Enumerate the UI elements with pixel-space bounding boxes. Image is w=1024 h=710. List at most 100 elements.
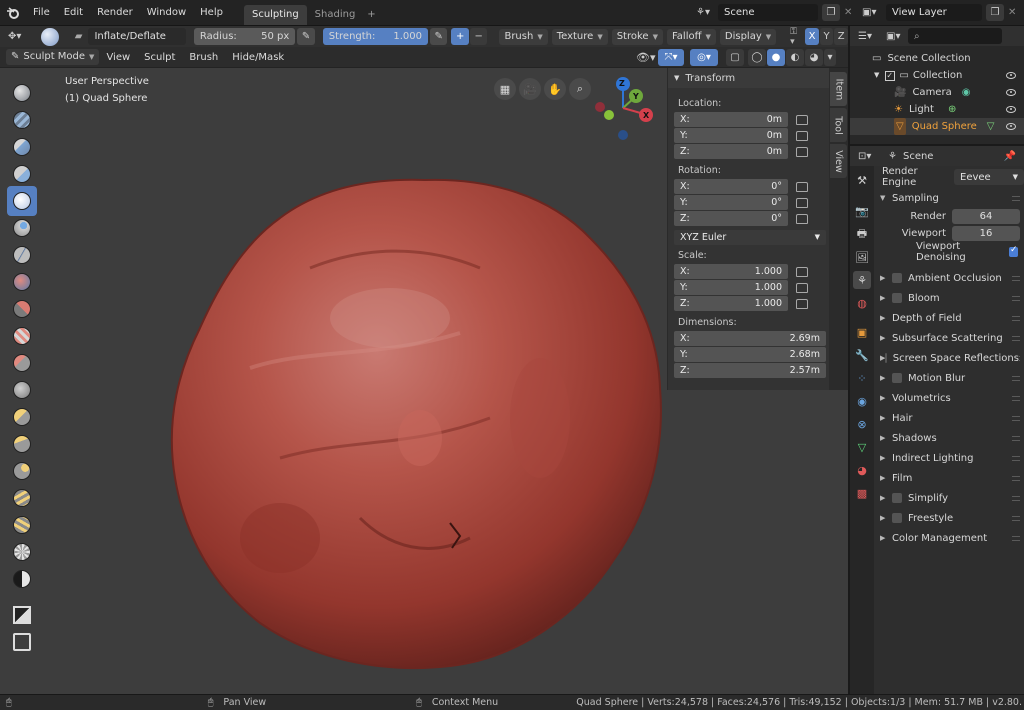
drag-handle-icon[interactable] — [1012, 435, 1020, 441]
rotation-x-field[interactable]: X: 0° — [674, 179, 788, 194]
section-enable-checkbox[interactable] — [892, 293, 902, 303]
drag-handle-icon[interactable] — [1012, 495, 1020, 501]
material-tab-icon[interactable]: ◕ — [853, 461, 871, 479]
grid-view-icon[interactable]: ▦ — [494, 78, 516, 100]
render-section-header[interactable]: ▶ Film — [874, 468, 1024, 488]
scale-z-field[interactable]: Z: 1.000 — [674, 296, 788, 311]
outliner-search-input[interactable]: ⌕ — [908, 28, 1002, 44]
drag-handle-icon[interactable] — [1018, 355, 1020, 361]
stroke-dropdown[interactable]: Stroke ▼ — [611, 28, 663, 45]
tool-rotate[interactable] — [7, 510, 37, 540]
scene-name-field[interactable]: Scene — [718, 4, 818, 21]
view-layer-tab-icon[interactable]: 🖼 — [853, 248, 871, 266]
drag-handle-icon[interactable] — [1012, 475, 1020, 481]
pin-icon[interactable]: 📌 — [1004, 151, 1016, 162]
tool-clay-strips[interactable] — [7, 132, 37, 162]
tool-grab[interactable] — [7, 402, 37, 432]
new-view-layer-icon[interactable]: ❐ — [986, 4, 1004, 21]
texture-tab-icon[interactable]: ▩ — [853, 484, 871, 502]
rotation-mode-dropdown[interactable]: XYZ Euler ▼ — [674, 230, 826, 245]
section-enable-checkbox[interactable] — [892, 493, 902, 503]
rotation-y-field[interactable]: Y: 0° — [674, 195, 788, 210]
outliner-row-light[interactable]: ☀ Light ⊕ — [850, 101, 1024, 118]
tool-scrape[interactable] — [7, 348, 37, 378]
section-enable-checkbox[interactable] — [892, 273, 902, 283]
tab-shading[interactable]: Shading — [307, 5, 364, 25]
render-section-header[interactable]: ▶ Motion Blur — [874, 368, 1024, 388]
material-shading-icon[interactable]: ◐ — [786, 49, 804, 66]
pressure-radius-icon[interactable]: ✎ — [297, 28, 315, 45]
add-workspace-button[interactable]: + — [363, 5, 379, 25]
axis-gizmo[interactable] — [590, 74, 660, 148]
location-x-field[interactable]: X: 0m — [674, 112, 788, 127]
scale-x-field[interactable]: X: 1.000 — [674, 264, 788, 279]
render-engine-dropdown[interactable]: Eevee ▼ — [954, 169, 1024, 185]
view-layer-icon[interactable]: ▣▾ — [862, 7, 886, 18]
viewport-samples-field[interactable]: 16 — [952, 226, 1020, 241]
outliner-editor-icon[interactable]: ☰▾ — [858, 31, 886, 42]
drag-handle-icon[interactable] — [1012, 295, 1020, 301]
tool-flatten[interactable] — [7, 294, 37, 324]
drag-handle-icon[interactable] — [1012, 275, 1020, 281]
xray-toggle-icon[interactable]: ▢ — [726, 49, 744, 66]
lock-icon[interactable] — [796, 114, 808, 125]
active-tool-tab-icon[interactable]: ⚒ — [853, 171, 871, 189]
object-tab-icon[interactable]: ▣ — [853, 323, 871, 341]
rotation-z-field[interactable]: Z: 0° — [674, 211, 788, 226]
render-section-header[interactable]: ▶ Screen Space Reflections — [874, 348, 1024, 368]
viewport-denoising-checkbox[interactable] — [1009, 245, 1018, 257]
transform-panel-header[interactable]: ▼ Transform — [668, 68, 829, 88]
drag-handle-icon[interactable] — [1012, 375, 1020, 381]
lock-icon[interactable] — [796, 130, 808, 141]
brush-datablock-icon[interactable]: ▰ — [75, 31, 83, 42]
remove-scene-icon[interactable]: ✕ — [844, 7, 852, 18]
checkbox-icon[interactable]: ✓ — [885, 70, 896, 81]
sampling-section-header[interactable]: ▼ Sampling — [874, 188, 1024, 208]
shading-options-chevron-icon[interactable]: ▾ — [824, 49, 836, 66]
add-mode-button[interactable]: + — [451, 28, 469, 45]
blender-logo-icon[interactable] — [0, 0, 26, 26]
physics-tab-icon[interactable]: ◉ — [853, 392, 871, 410]
tab-tool[interactable]: Tool — [830, 108, 847, 142]
render-section-header[interactable]: ▶ Color Management — [874, 528, 1024, 548]
lock-icon[interactable] — [796, 298, 808, 309]
outliner-row-collection[interactable]: ▼ ✓ ▭ Collection — [850, 67, 1024, 84]
sculpt-mesh[interactable] — [160, 118, 670, 678]
lock-icon[interactable] — [796, 282, 808, 293]
view-layer-field[interactable]: View Layer — [886, 4, 982, 21]
wireframe-shading-icon[interactable]: ◯ — [748, 49, 766, 66]
tab-sculpting[interactable]: Sculpting — [243, 4, 307, 25]
texture-dropdown[interactable]: Texture ▼ — [551, 28, 608, 45]
tool-nudge[interactable] — [7, 483, 37, 513]
tool-mask[interactable] — [7, 564, 37, 594]
strength-slider[interactable]: Strength: 1.000 — [322, 28, 428, 45]
lock-icon[interactable] — [796, 146, 808, 157]
render-section-header[interactable]: ▶ Depth of Field — [874, 308, 1024, 328]
scene-icon[interactable]: ⚘▾ — [696, 7, 718, 18]
brush-name-field[interactable]: Inflate/Deflate — [88, 28, 186, 45]
tool-thumb[interactable] — [7, 456, 37, 486]
tool-simplify[interactable] — [7, 537, 37, 567]
render-tab-icon[interactable]: 📷 — [853, 202, 871, 220]
pressure-strength-icon[interactable]: ✎ — [430, 28, 448, 45]
render-section-header[interactable]: ▶ Bloom — [874, 288, 1024, 308]
drag-handle-icon[interactable] — [1012, 335, 1020, 341]
tool-snake-hook[interactable] — [7, 429, 37, 459]
rendered-shading-icon[interactable]: ◕ — [805, 49, 823, 66]
subtract-mode-button[interactable]: − — [469, 28, 488, 45]
symmetry-y-button[interactable]: Y — [819, 28, 834, 45]
render-section-header[interactable]: ▶ Freestyle — [874, 508, 1024, 528]
particles-tab-icon[interactable]: ⁘ — [853, 369, 871, 387]
render-section-header[interactable]: ▶ Indirect Lighting — [874, 448, 1024, 468]
menu-view[interactable]: View — [99, 47, 137, 68]
render-section-header[interactable]: ▶ Ambient Occlusion — [874, 268, 1024, 288]
filter-display-icon[interactable]: ▣▾ — [886, 31, 908, 42]
tab-view[interactable]: View — [830, 144, 847, 178]
render-section-header[interactable]: ▶ Volumetrics — [874, 388, 1024, 408]
location-y-field[interactable]: Y: 0m — [674, 128, 788, 143]
render-section-header[interactable]: ▶ Hair — [874, 408, 1024, 428]
tool-pinch[interactable] — [7, 375, 37, 405]
menu-render[interactable]: Render — [90, 0, 140, 26]
lock-icon[interactable] — [796, 197, 808, 208]
drag-handle-icon[interactable] — [1012, 195, 1020, 201]
